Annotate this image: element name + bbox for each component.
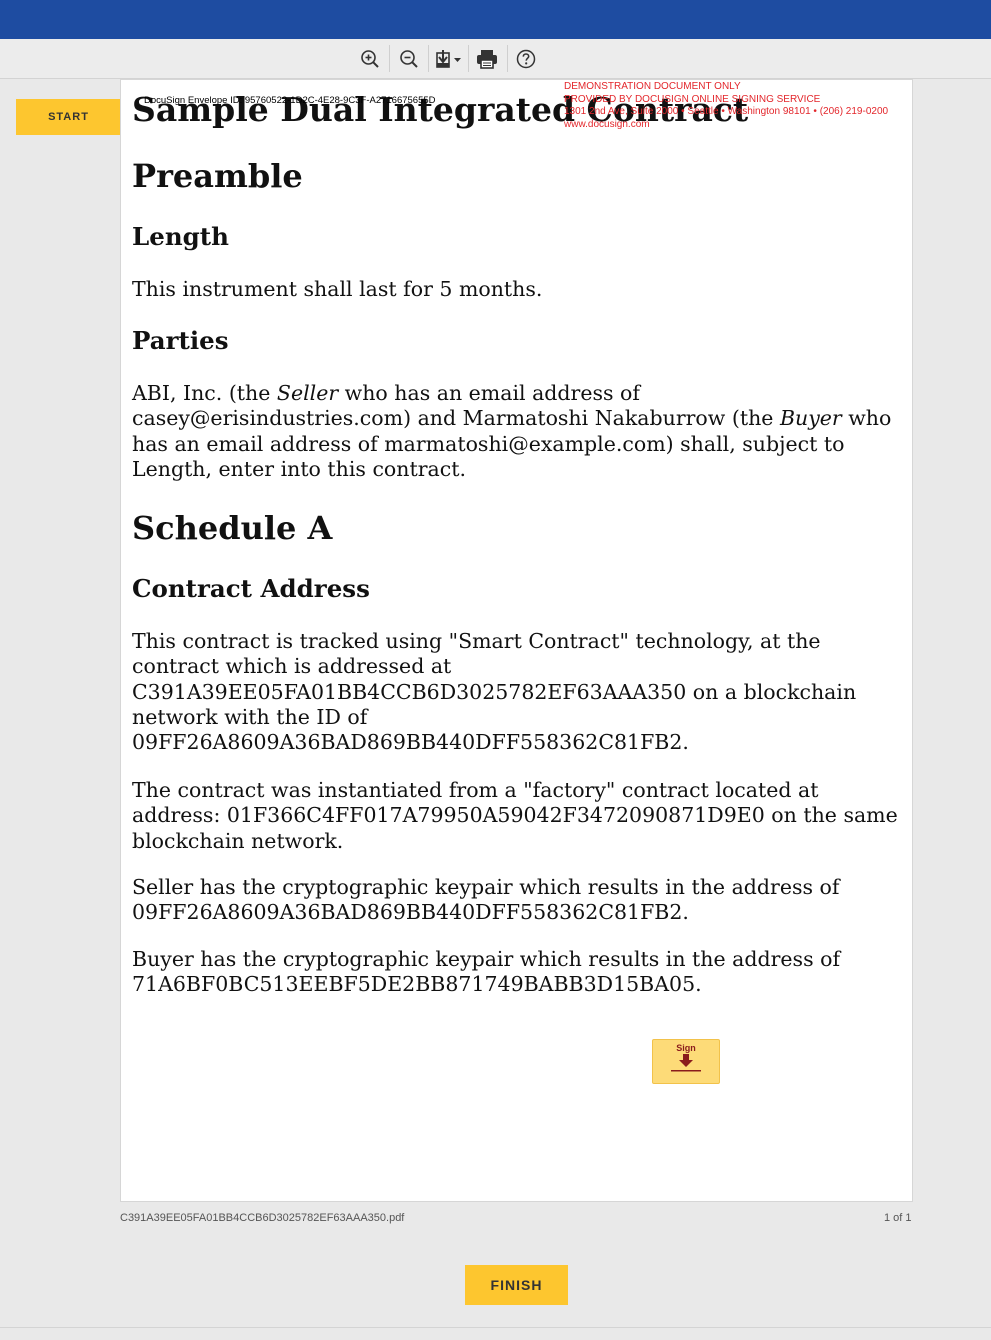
sign-here-tag[interactable]: Sign <box>652 1039 720 1084</box>
finish-button[interactable]: FINISH <box>465 1265 568 1305</box>
footer-divider <box>0 1327 991 1328</box>
schedule-a-heading: Schedule A <box>132 509 333 547</box>
toolbar-divider <box>428 45 429 72</box>
buyer-keypair-paragraph: Buyer has the cryptographic keypair whic… <box>132 947 841 997</box>
buyer-term: Buyer <box>779 406 842 431</box>
contract-address-heading: Contract Address <box>132 574 370 603</box>
parties-heading: Parties <box>132 326 229 355</box>
zoom-out-icon <box>400 50 418 68</box>
length-heading: Length <box>132 222 229 251</box>
print-icon <box>477 50 497 69</box>
page-count: 1 of 1 <box>884 1212 912 1224</box>
demo-line: 1301 2nd Ave, Suite 2000 • Seattle • Was… <box>564 106 889 117</box>
demo-watermark: DEMONSTRATION DOCUMENT ONLY PROVIDED BY … <box>564 81 888 131</box>
preamble-heading: Preamble <box>132 157 303 195</box>
start-button[interactable]: START <box>16 99 121 135</box>
seller-term: Seller <box>276 381 339 405</box>
factory-paragraph: The contract was instantiated from a "fa… <box>132 778 898 853</box>
zoom-out-button[interactable] <box>394 45 424 73</box>
toolbar-divider <box>389 45 390 72</box>
length-text: This instrument shall last for 5 months. <box>132 277 543 301</box>
seller-keypair-paragraph: Seller has the cryptographic keypair whi… <box>132 875 840 925</box>
print-button[interactable] <box>472 45 502 73</box>
demo-line: www.docusign.com <box>564 118 650 130</box>
download-button[interactable] <box>432 45 466 73</box>
document-toolbar <box>0 39 991 79</box>
toolbar-divider <box>507 45 508 72</box>
demo-line: PROVIDED BY DOCUSIGN ONLINE SIGNING SERV… <box>564 93 821 105</box>
top-header-bar <box>0 0 991 39</box>
parties-text: ABI, Inc. (the Seller who has an email a… <box>132 381 892 481</box>
toolbar-divider <box>468 45 469 72</box>
contract-tracking-paragraph: This contract is tracked using "Smart Co… <box>132 629 857 755</box>
download-icon <box>436 50 461 68</box>
document-page: DocuSign Envelope ID: 95760522-1D2C-4E28… <box>120 79 913 1202</box>
zoom-in-button[interactable] <box>355 45 385 73</box>
download-arrow-icon <box>671 1054 701 1072</box>
zoom-in-icon <box>361 50 379 68</box>
help-button[interactable] <box>511 45 541 73</box>
help-icon <box>516 49 536 69</box>
file-name: C391A39EE05FA01BB4CCB6D3025782EF63AAA350… <box>120 1212 405 1224</box>
demo-line: DEMONSTRATION DOCUMENT ONLY <box>564 81 741 92</box>
sign-label: Sign <box>676 1043 696 1053</box>
envelope-id: DocuSign Envelope ID: 95760522-1D2C-4E28… <box>144 95 436 106</box>
